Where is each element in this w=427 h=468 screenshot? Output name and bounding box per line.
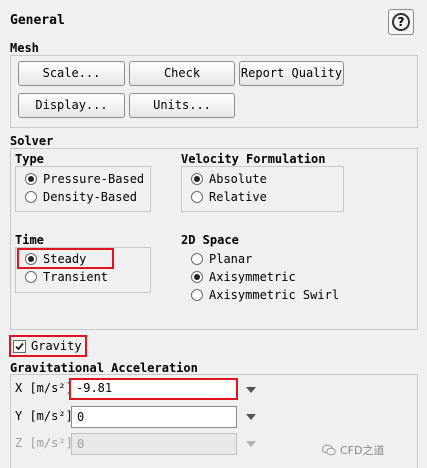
solver-section-label: Solver (10, 134, 54, 148)
wechat-icon (322, 444, 336, 456)
y-acceleration-field[interactable]: 0 (71, 406, 237, 428)
velocity-formulation-label: Velocity Formulation (181, 152, 326, 166)
display-button[interactable]: Display... (18, 93, 125, 118)
radio-label: Absolute (209, 172, 267, 186)
radio-selected-icon (25, 253, 37, 265)
radio-axisymmetric[interactable]: Axisymmetric (191, 268, 296, 286)
type-label: Type (15, 152, 44, 166)
watermark-text: CFD之道 (340, 444, 385, 457)
help-button[interactable]: ? (388, 9, 414, 35)
radio-selected-icon (25, 173, 37, 185)
radio-planar[interactable]: Planar (191, 250, 252, 268)
report-quality-button[interactable]: Report Quality (239, 61, 344, 86)
radio-label: Axisymmetric Swirl (209, 288, 340, 302)
radio-steady[interactable]: Steady (25, 250, 86, 268)
mesh-section-label: Mesh (10, 41, 39, 55)
z-label: Z [m/s²] (15, 436, 73, 450)
time-label: Time (15, 233, 44, 247)
units-button[interactable]: Units... (129, 93, 235, 118)
checkbox-checked-icon (13, 339, 26, 353)
radio-label: Density-Based (43, 190, 137, 204)
radio-label: Axisymmetric (209, 270, 296, 284)
radio-unselected-icon (191, 253, 203, 265)
radio-unselected-icon (25, 271, 37, 283)
radio-label: Transient (43, 270, 109, 284)
panel-title: General (10, 13, 65, 28)
radio-relative[interactable]: Relative (191, 188, 267, 206)
z-acceleration-field: 0 (71, 433, 237, 455)
z-dropdown-icon (246, 441, 256, 447)
scale-button[interactable]: Scale... (18, 61, 125, 86)
gravity-checkbox[interactable]: Gravity (13, 337, 82, 355)
gravity-label: Gravity (31, 339, 82, 353)
y-label: Y [m/s²] (15, 409, 73, 423)
radio-selected-icon (191, 173, 203, 185)
radio-unselected-icon (191, 289, 203, 301)
radio-unselected-icon (25, 191, 37, 203)
x-acceleration-field[interactable]: -9.81 (71, 380, 236, 398)
radio-density-based[interactable]: Density-Based (25, 188, 137, 206)
radio-pressure-based[interactable]: Pressure-Based (25, 170, 144, 188)
2d-space-label: 2D Space (181, 233, 239, 247)
radio-label: Steady (43, 252, 87, 266)
gravitational-acceleration-label: Gravitational Acceleration (10, 361, 198, 375)
radio-transient[interactable]: Transient (25, 268, 108, 286)
radio-axisymmetric-swirl[interactable]: Axisymmetric Swirl (191, 286, 339, 304)
radio-unselected-icon (191, 191, 203, 203)
check-button[interactable]: Check (129, 61, 235, 86)
x-label: X [m/s²] (15, 381, 73, 395)
radio-label: Planar (209, 252, 253, 266)
watermark: CFD之道 (322, 442, 384, 458)
help-icon: ? (392, 13, 410, 31)
radio-label: Relative (209, 190, 267, 204)
radio-selected-icon (191, 271, 203, 283)
x-dropdown-icon[interactable] (246, 387, 256, 393)
y-dropdown-icon[interactable] (246, 414, 256, 420)
radio-absolute[interactable]: Absolute (191, 170, 267, 188)
radio-label: Pressure-Based (43, 172, 145, 186)
